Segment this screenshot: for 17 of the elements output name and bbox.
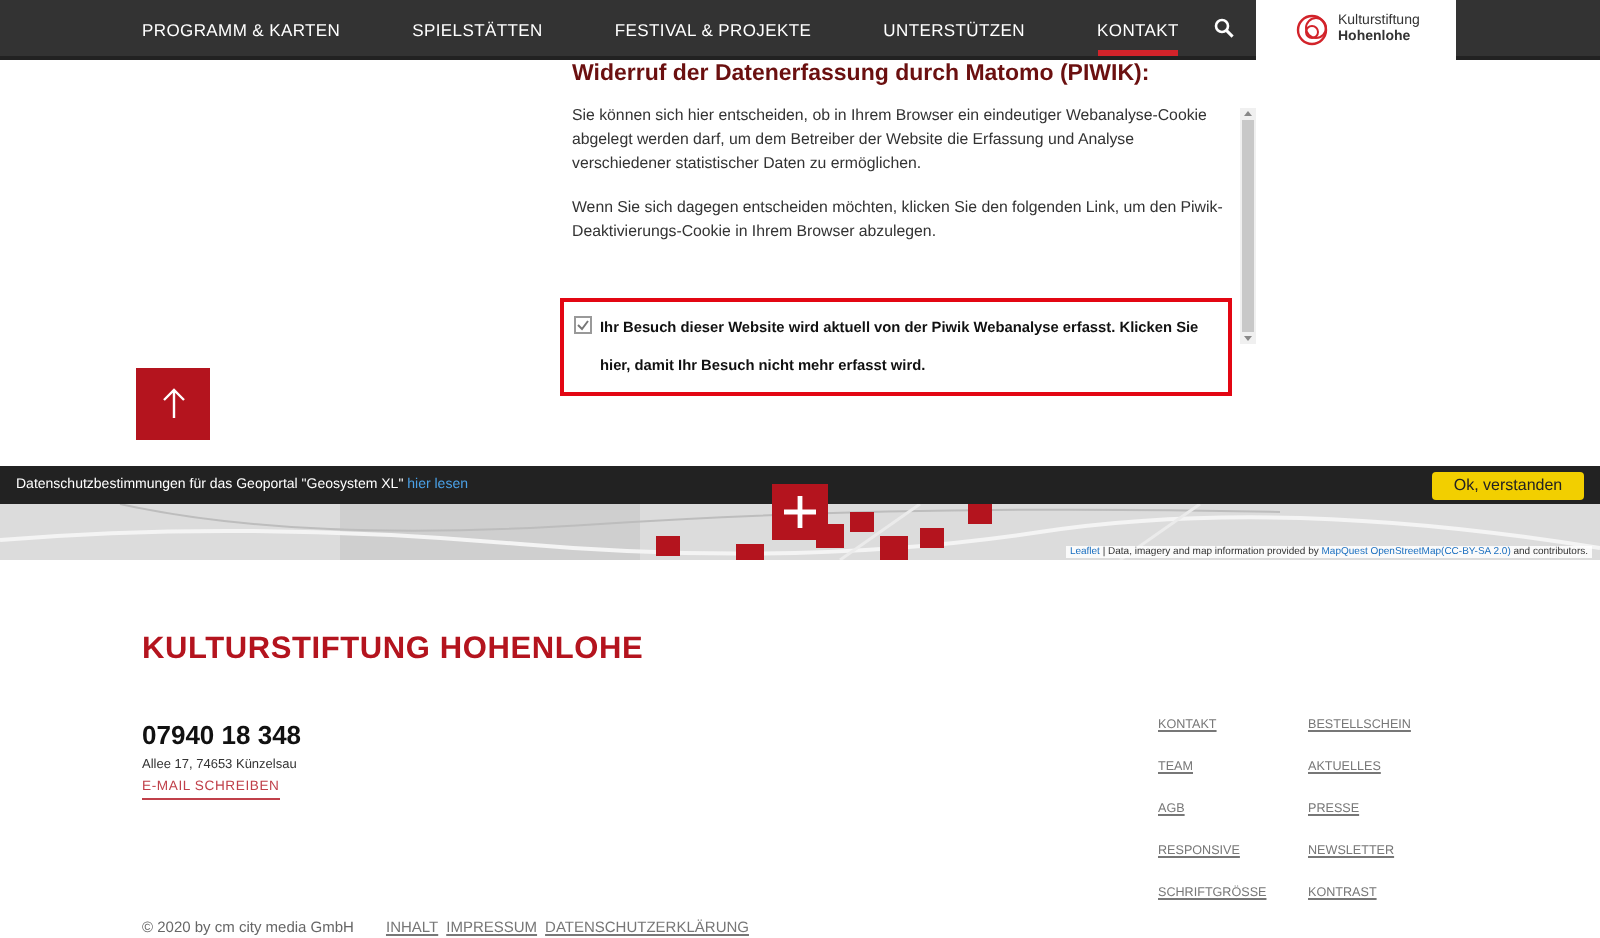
nav-link[interactable]: KONTAKT: [1097, 0, 1179, 56]
section-heading: Widerruf der Datenerfassung durch Matomo (PIWIK):: [572, 60, 1152, 88]
map-expand-button[interactable]: [772, 484, 828, 540]
plus-icon: [784, 496, 816, 528]
logo-icon: [1296, 12, 1332, 48]
nav-link[interactable]: FESTIVAL & PROJEKTE: [614, 0, 812, 56]
nav-link[interactable]: PROGRAMM & KARTEN: [142, 0, 341, 56]
back-to-top-button[interactable]: [136, 368, 210, 440]
search-icon[interactable]: [1214, 18, 1235, 38]
accept-button[interactable]: Ok, verstanden: [1432, 471, 1584, 499]
nav-link[interactable]: UNTERSTÜTZEN: [883, 0, 1026, 56]
phone-number: 07940 18 348: [142, 720, 302, 750]
arrow-up-icon: [161, 388, 185, 420]
checkbox[interactable]: [574, 316, 592, 334]
scrollbar[interactable]: [1240, 108, 1256, 344]
footer-title: KULTURSTIFTUNG HOHENLOHE: [142, 630, 646, 670]
nav-link[interactable]: SPIELSTÄTTEN: [412, 0, 543, 56]
